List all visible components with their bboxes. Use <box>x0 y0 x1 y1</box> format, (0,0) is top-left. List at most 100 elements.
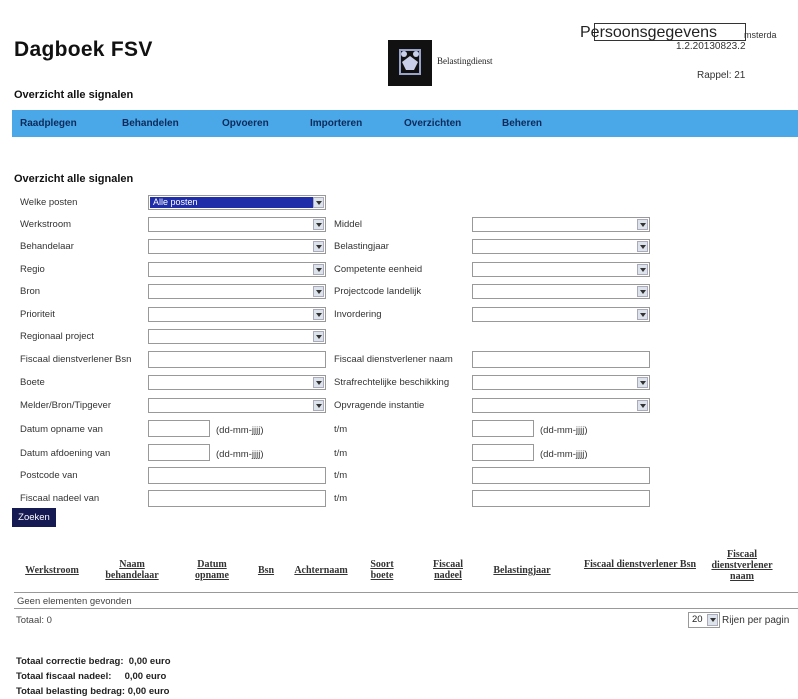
form-title: Overzicht alle signalen <box>14 173 134 185</box>
welke-posten-value: Alle posten <box>150 197 314 208</box>
label-middel: Middel <box>334 219 362 230</box>
label-fd-naam: Fiscaal dienstverlener naam <box>334 354 453 365</box>
label-belastingjaar: Belastingjaar <box>334 241 389 252</box>
regionaal-project-select[interactable] <box>148 329 326 344</box>
date-format-hint: (dd-mm-jjjj) <box>540 425 588 436</box>
brand-name: Belastingdienst <box>437 56 493 66</box>
chevron-down-icon <box>313 286 324 297</box>
rows-per-page-value: 20 <box>692 614 703 625</box>
chevron-down-icon <box>313 219 324 230</box>
crest-logo <box>388 40 432 86</box>
summary-belasting: Totaal belasting bedrag: 0,00 euro <box>16 686 170 697</box>
belastingjaar-select[interactable] <box>472 239 650 254</box>
chevron-down-icon <box>637 377 648 388</box>
chevron-down-icon <box>637 400 648 411</box>
col-fd-bsn[interactable]: Fiscaal dienstverlener Bsn <box>566 559 714 570</box>
col-fd-naam[interactable]: Fiscaal dienstverlener naam <box>700 549 784 582</box>
version-text: 1.2.20130823.2 <box>676 41 746 52</box>
summary-correctie: Totaal correctie bedrag: 0,00 euro <box>16 656 171 667</box>
table-divider <box>14 608 798 609</box>
nav-importeren[interactable]: Importeren <box>310 118 362 129</box>
chevron-down-icon <box>637 241 648 252</box>
location-text: msterda <box>744 30 777 40</box>
datum-afdoening-van-input[interactable] <box>148 444 210 461</box>
nav-overzichten[interactable]: Overzichten <box>404 118 461 129</box>
melder-select[interactable] <box>148 398 326 413</box>
werkstroom-select[interactable] <box>148 217 326 232</box>
rows-per-page-select[interactable]: 20 <box>688 612 720 628</box>
chevron-down-icon <box>637 309 648 320</box>
label-behandelaar: Behandelaar <box>20 241 74 252</box>
prioriteit-select[interactable] <box>148 307 326 322</box>
col-naam-behandelaar[interactable]: Naam behandelaar <box>96 559 168 581</box>
chevron-down-icon <box>637 219 648 230</box>
app-title: Dagboek FSV <box>14 38 153 61</box>
label-tm-postcode: t/m <box>334 470 348 481</box>
fd-bsn-input[interactable] <box>148 351 326 368</box>
nav-beheren[interactable]: Beheren <box>502 118 542 129</box>
behandelaar-select[interactable] <box>148 239 326 254</box>
col-soort-boete[interactable]: Soort boete <box>362 559 402 581</box>
middel-select[interactable] <box>472 217 650 232</box>
table-divider <box>14 592 798 593</box>
nav-raadplegen[interactable]: Raadplegen <box>20 118 77 129</box>
total-count: Totaal: 0 <box>16 615 52 626</box>
label-postcode: Postcode van <box>20 470 78 481</box>
chevron-down-icon <box>313 241 324 252</box>
postcode-tm-input[interactable] <box>472 467 650 484</box>
competente-eenheid-select[interactable] <box>472 262 650 277</box>
chevron-down-icon <box>313 377 324 388</box>
label-regio: Regio <box>20 264 45 275</box>
label-opvragende: Opvragende instantie <box>334 400 425 411</box>
invordering-select[interactable] <box>472 307 650 322</box>
projectcode-select[interactable] <box>472 284 650 299</box>
search-button[interactable]: Zoeken <box>12 508 56 527</box>
col-datum-opname[interactable]: Datum opname <box>188 559 236 581</box>
label-regionaal-project: Regionaal project <box>20 331 94 342</box>
date-format-hint: (dd-mm-jjjj) <box>216 425 264 436</box>
col-belastingjaar[interactable]: Belastingjaar <box>484 565 560 576</box>
date-format-hint: (dd-mm-jjjj) <box>216 449 264 460</box>
boete-select[interactable] <box>148 375 326 390</box>
empty-message: Geen elementen gevonden <box>17 596 132 607</box>
label-melder: Melder/Bron/Tipgever <box>20 400 111 411</box>
label-strafrechtelijke: Strafrechtelijke beschikking <box>334 377 450 388</box>
label-tm-afdoening: t/m <box>334 448 348 459</box>
label-bron: Bron <box>20 286 41 297</box>
label-fiscaal-nadeel: Fiscaal nadeel van <box>20 493 100 504</box>
summary-fiscaal-nadeel: Totaal fiscaal nadeel: 0,00 euro <box>16 671 167 682</box>
fiscaal-nadeel-van-input[interactable] <box>148 490 326 507</box>
label-prioriteit: Prioriteit <box>20 309 55 320</box>
label-tm-opname: t/m <box>334 424 348 435</box>
chevron-down-icon <box>313 197 324 208</box>
fd-naam-input[interactable] <box>472 351 650 368</box>
fiscaal-nadeel-tm-input[interactable] <box>472 490 650 507</box>
rows-per-page-label: Rijen per pagin <box>722 615 790 626</box>
datum-afdoening-tm-input[interactable] <box>472 444 534 461</box>
chevron-down-icon <box>313 400 324 411</box>
postcode-van-input[interactable] <box>148 467 326 484</box>
opvragende-select[interactable] <box>472 398 650 413</box>
label-fd-bsn: Fiscaal dienstverlener Bsn <box>20 354 132 365</box>
datum-opname-tm-input[interactable] <box>472 420 534 437</box>
bron-select[interactable] <box>148 284 326 299</box>
chevron-down-icon <box>637 264 648 275</box>
rappel-count: Rappel: 21 <box>697 70 746 81</box>
regio-select[interactable] <box>148 262 326 277</box>
label-datum-afdoening: Datum afdoening van <box>20 448 111 459</box>
col-werkstroom[interactable]: Werkstroom <box>16 565 88 576</box>
label-invordering: Invordering <box>334 309 382 320</box>
col-fiscaal-nadeel[interactable]: Fiscaal nadeel <box>422 559 474 581</box>
label-welke-posten: Welke posten <box>20 197 78 208</box>
nav-behandelen[interactable]: Behandelen <box>122 118 179 129</box>
nav-opvoeren[interactable]: Opvoeren <box>222 118 269 129</box>
col-achternaam[interactable]: Achternaam <box>284 565 358 576</box>
welke-posten-select[interactable]: Alle posten <box>148 195 326 210</box>
chevron-down-icon <box>637 286 648 297</box>
strafrechtelijke-select[interactable] <box>472 375 650 390</box>
label-datum-opname: Datum opname van <box>20 424 103 435</box>
datum-opname-van-input[interactable] <box>148 420 210 437</box>
label-boete: Boete <box>20 377 45 388</box>
col-bsn[interactable]: Bsn <box>254 565 278 576</box>
label-projectcode: Projectcode landelijk <box>334 286 422 297</box>
